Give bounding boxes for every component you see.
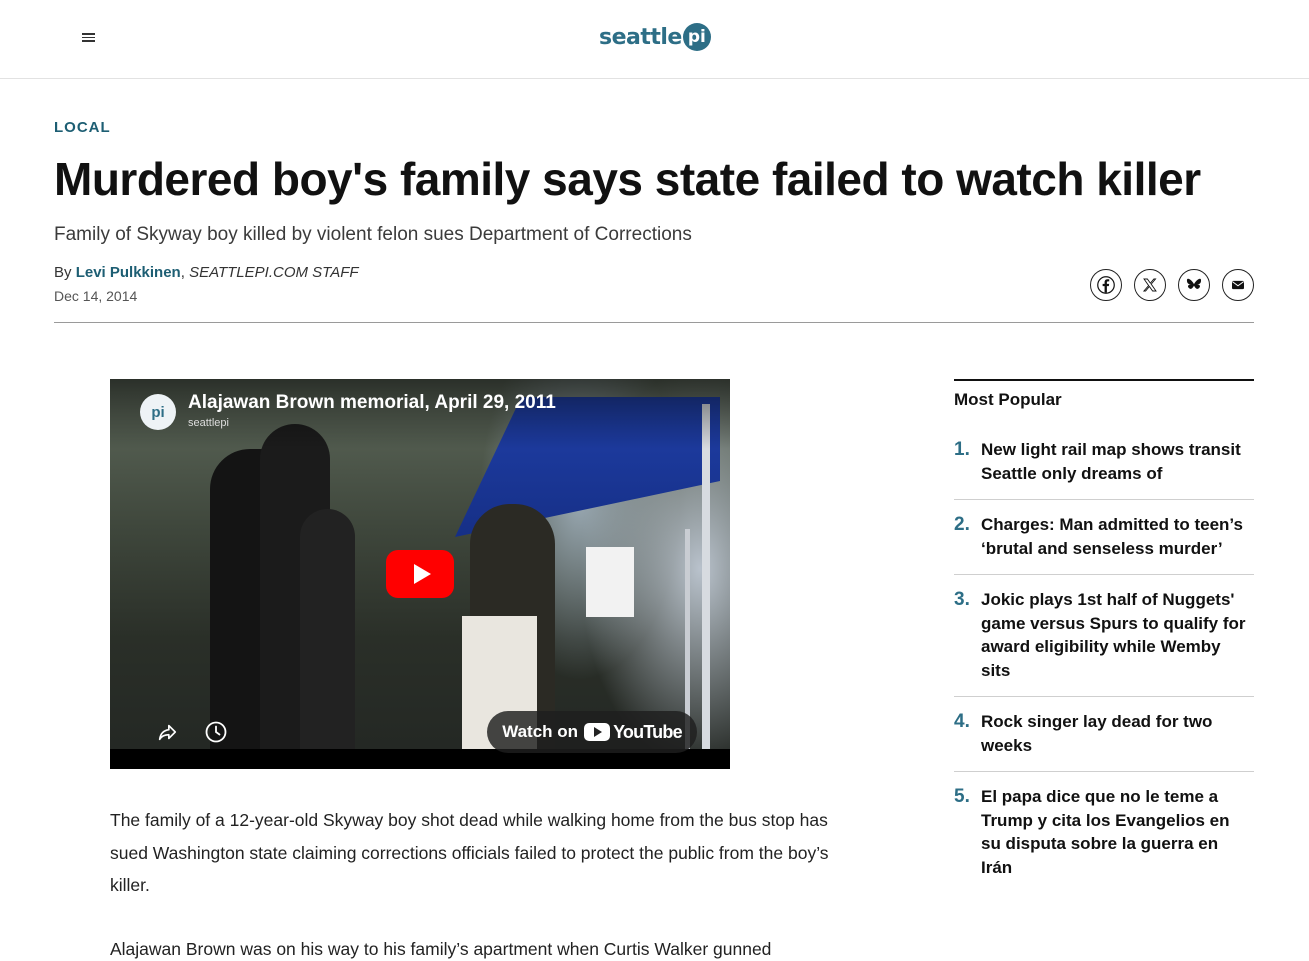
email-icon: [1232, 280, 1244, 290]
video-player[interactable]: pi Alajawan Brown memorial, April 29, 20…: [110, 379, 730, 769]
watch-later-button[interactable]: [203, 719, 229, 745]
play-button[interactable]: [386, 550, 454, 598]
byline-comma: ,: [180, 264, 190, 281]
email-share-button[interactable]: [1222, 269, 1254, 301]
article-subheadline: Family of Skyway boy killed by violent f…: [54, 224, 692, 245]
logo-text: seattle: [599, 24, 682, 50]
play-icon: [413, 564, 431, 584]
video-channel: seattlepi: [188, 417, 229, 429]
site-logo[interactable]: seattle pi: [599, 20, 711, 54]
list-item-number: 2.: [954, 514, 970, 535]
bluesky-icon: [1186, 278, 1202, 289]
list-item-link[interactable]: El papa dice que no le teme a Trump y ci…: [981, 785, 1254, 879]
list-item[interactable]: 1. New light rail map shows transit Seat…: [954, 426, 1254, 500]
video-share-button[interactable]: [154, 719, 180, 745]
video-title-bar: [110, 379, 730, 449]
list-item[interactable]: 5. El papa dice que no le teme a Trump y…: [954, 772, 1254, 893]
facebook-share-button[interactable]: [1090, 269, 1122, 301]
bluesky-share-button[interactable]: [1178, 269, 1210, 301]
byline: By Levi Pulkkinen, SEATTLEPI.COM STAFF: [54, 264, 359, 281]
facebook-icon: [1097, 276, 1115, 294]
list-item-link[interactable]: Jokic plays 1st half of Nuggets' game ve…: [981, 588, 1254, 682]
channel-avatar[interactable]: pi: [140, 394, 176, 430]
logo-badge: pi: [682, 23, 711, 51]
article-paragraph: The family of a 12-year-old Skyway boy s…: [110, 810, 829, 895]
most-popular-sidebar: Most Popular 1. New light rail map shows…: [954, 379, 1254, 893]
byline-prefix: By: [54, 264, 72, 281]
list-item[interactable]: 2. Charges: Man admitted to teen’s ‘brut…: [954, 500, 1254, 575]
list-item[interactable]: 4. Rock singer lay dead for two weeks: [954, 697, 1254, 772]
article-paragraph: Alajawan Brown was on his way to his fam…: [110, 939, 772, 959]
youtube-logo: YouTube: [584, 721, 683, 743]
list-item-link[interactable]: Rock singer lay dead for two weeks: [981, 710, 1254, 757]
author-title: SEATTLEPI.COM STAFF: [189, 264, 359, 281]
list-item-number: 3.: [954, 589, 970, 610]
list-item-number: 5.: [954, 786, 970, 807]
watch-on-youtube-button[interactable]: Watch on YouTube: [487, 711, 697, 753]
youtube-play-icon: [584, 723, 611, 741]
author-link[interactable]: Levi Pulkkinen: [76, 264, 181, 281]
article-headline: Murdered boy's family says state failed …: [54, 153, 1201, 205]
publish-date: Dec 14, 2014: [54, 288, 138, 304]
youtube-wordmark: YouTube: [613, 721, 683, 742]
x-icon: [1142, 278, 1157, 292]
thumbnail-pole: [702, 404, 710, 749]
thumbnail-shirt: [586, 547, 634, 617]
hamburger-menu-icon[interactable]: [82, 31, 100, 45]
x-share-button[interactable]: [1134, 269, 1166, 301]
most-popular-list: 1. New light rail map shows transit Seat…: [954, 426, 1254, 893]
sidebar-title: Most Popular: [954, 390, 1062, 409]
list-item-number: 1.: [954, 439, 970, 460]
clock-icon: [205, 721, 227, 743]
watch-on-label: Watch on: [502, 722, 579, 741]
section-label[interactable]: LOCAL: [54, 119, 111, 136]
share-arrow-icon: [158, 724, 177, 741]
list-item-link[interactable]: Charges: Man admitted to teen’s ‘brutal …: [981, 513, 1254, 560]
thumbnail-person: [300, 509, 355, 749]
list-item-number: 4.: [954, 711, 970, 732]
list-item[interactable]: 3. Jokic plays 1st half of Nuggets' game…: [954, 575, 1254, 697]
video-title[interactable]: Alajawan Brown memorial, April 29, 2011: [188, 392, 556, 414]
site-header: seattle pi: [0, 0, 1309, 79]
header-divider: [54, 322, 1254, 323]
list-item-link[interactable]: New light rail map shows transit Seattle…: [981, 438, 1254, 485]
sidebar-top-rule: [954, 379, 1254, 381]
